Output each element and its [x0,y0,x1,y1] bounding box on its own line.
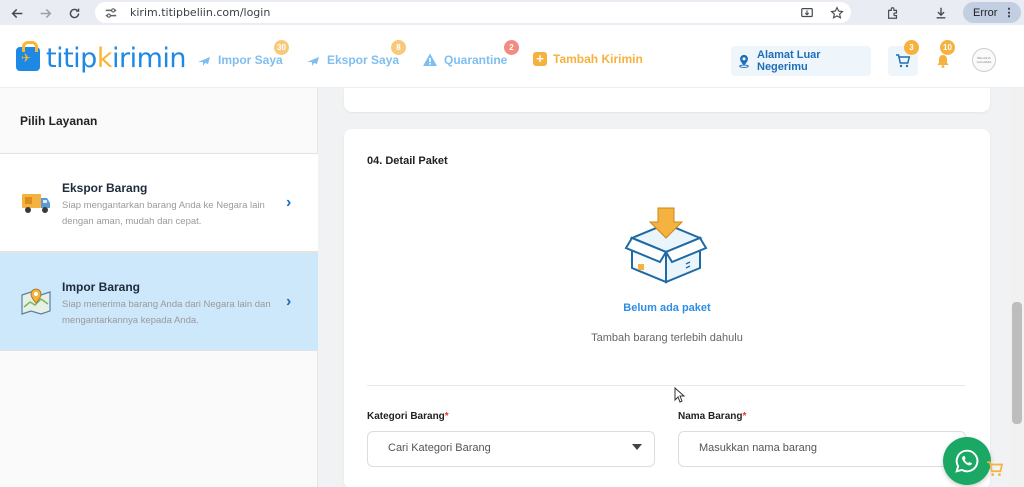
menu-quarantine-label: Quarantine [444,53,508,67]
tambah-kirimin-label: Tambah Kirimin [553,52,643,66]
chevron-right-icon: › [286,293,292,310]
menu-quarantine[interactable]: Quarantine 2 [422,40,519,68]
service-title: Ekspor Barang [62,181,148,195]
nama-barang-input[interactable]: Masukkan nama barang [678,431,966,467]
service-sidebar: Pilih Layanan Ekspor Barang Siap mengant… [0,88,318,487]
site-info-icon[interactable] [104,6,118,20]
address-bar[interactable]: kirim.titipbeliin.com/login [95,2,851,23]
menu-impor-saya[interactable]: Impor Saya 30 [196,40,289,68]
error-profile-button[interactable]: Error ⋮ [963,2,1021,23]
cart-icon [896,54,911,68]
location-user-icon [737,54,751,68]
tambah-kirimin-button[interactable]: + Tambah Kirimin [533,52,643,66]
empty-box-icon [624,207,708,284]
sidebar-title: Pilih Layanan [20,114,98,128]
logo-bag-icon [16,40,40,71]
service-ekspor-barang[interactable]: Ekspor Barang Siap mengantarkan barang A… [0,153,318,252]
kategori-barang-label: Kategori Barang* [367,411,449,422]
cart-count-badge: 3 [904,40,919,55]
floating-cart-icon[interactable] [986,460,1004,478]
airplane-icon [196,52,212,68]
logo-text-1: titip [46,43,97,74]
alamat-label: Alamat Luar Negerimu [757,49,821,73]
page-scrollbar[interactable] [1010,88,1024,487]
avatar[interactable]: BELANJA GALLERIA [972,48,996,72]
required-mark: * [444,411,449,422]
install-app-icon[interactable] [796,2,818,24]
cart-button[interactable]: 3 [888,40,919,76]
divider [367,385,965,386]
ekspor-count-badge: 8 [391,40,406,55]
mouse-cursor-icon [674,387,686,403]
scrollbar-thumb[interactable] [1012,302,1022,424]
service-title: Impor Barang [62,280,141,294]
truck-icon [22,194,50,213]
forward-icon[interactable] [34,2,56,24]
logo-text-3: irimin [111,43,187,74]
reload-icon[interactable] [63,2,85,24]
section-title: 04. Detail Paket [367,155,448,167]
whatsapp-button[interactable] [943,437,991,485]
kategori-barang-select[interactable]: Cari Kategori Barang [367,431,655,467]
download-icon[interactable] [930,2,952,24]
detail-paket-card: 04. Detail Paket Belum ada paket Tambah … [344,129,990,487]
chevron-right-icon: › [286,194,292,211]
warning-icon [422,52,438,68]
impor-count-badge: 30 [274,40,289,55]
logo[interactable]: titipkirimin [16,40,187,74]
app-header: titipkirimin Impor Saya 30 Ekspor Saya 8… [0,25,1024,88]
nama-placeholder: Masukkan nama barang [699,442,818,454]
error-label: Error [973,6,998,19]
menu-impor-label: Impor Saya [218,53,283,67]
menu-ekspor-saya[interactable]: Ekspor Saya 8 [305,40,406,68]
empty-state-title: Belum ada paket [623,302,711,314]
bell-count-badge: 10 [940,40,955,55]
map-pin-icon [21,288,51,315]
service-description: Siap mengantarkan barang Anda ke Negara … [62,200,265,227]
extensions-icon[interactable] [882,2,904,24]
kategori-placeholder: Cari Kategori Barang [388,442,491,454]
service-description: Siap menerima barang Anda dari Negara la… [62,299,271,326]
browser-toolbar: kirim.titipbeliin.com/login Error ⋮ [0,0,1024,25]
service-impor-barang[interactable]: Impor Barang Siap menerima barang Anda d… [0,252,318,351]
previous-section-card [344,88,990,112]
quarantine-count-badge: 2 [504,40,519,55]
bookmark-star-icon[interactable] [826,2,848,24]
bell-icon [937,55,949,68]
back-icon[interactable] [6,2,28,24]
menu-ekspor-label: Ekspor Saya [327,53,400,67]
url-text: kirim.titipbeliin.com/login [130,6,271,19]
more-vert-icon[interactable]: ⋮ [1003,6,1014,19]
caret-down-icon [632,444,642,450]
logo-text-2: k [96,43,113,74]
nama-barang-label: Nama Barang* [678,411,747,422]
alamat-luar-negeri-button[interactable]: Alamat Luar Negerimu [731,46,871,76]
empty-state-subtitle: Tambah barang terlebih dahulu [591,332,743,344]
required-mark: * [742,411,747,422]
notification-button[interactable]: 10 [928,40,958,76]
main-content: 04. Detail Paket Belum ada paket Tambah … [318,88,1010,487]
plus-icon: + [533,52,547,66]
airplane-icon [305,52,321,68]
whatsapp-icon [955,449,979,473]
